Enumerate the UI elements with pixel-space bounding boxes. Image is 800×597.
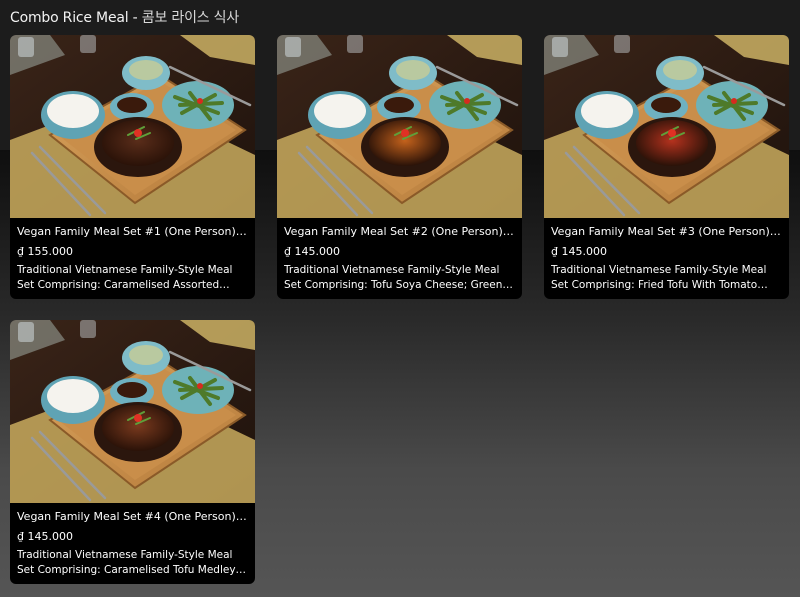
product-name: Vegan Family Meal Set #4 (One Person) - … — [17, 510, 248, 523]
meal-photo[interactable] — [10, 35, 255, 218]
meal-photo[interactable] — [277, 35, 522, 218]
product-name: Vegan Family Meal Set #3 (One Person) - … — [551, 225, 782, 238]
meal-photo[interactable] — [10, 320, 255, 503]
meal-photo-art — [10, 35, 255, 218]
product-card-2[interactable]: Vegan Family Meal Set #2 (One Person) - … — [277, 35, 522, 299]
meal-photo[interactable] — [544, 35, 789, 218]
product-card-4[interactable]: Vegan Family Meal Set #4 (One Person) - … — [10, 320, 255, 584]
product-price: ₫ 145.000 — [284, 245, 340, 258]
product-name: Vegan Family Meal Set #2 (One Person) - … — [284, 225, 515, 238]
product-description: Traditional Vietnamese Family-Style Meal… — [17, 264, 233, 291]
meal-photo-art — [277, 35, 522, 218]
product-name: Vegan Family Meal Set #1 (One Person) - … — [17, 225, 248, 238]
section-title-korean: 콤보 라이스 식사 — [141, 10, 240, 26]
product-card-3[interactable]: Vegan Family Meal Set #3 (One Person) - … — [544, 35, 789, 299]
section-title-text: Combo Rice Meal — [10, 10, 129, 26]
section-title: Combo Rice Meal - 콤보 라이스 식사 — [10, 7, 239, 27]
product-card-1[interactable]: Vegan Family Meal Set #1 (One Person) - … — [10, 35, 255, 299]
product-price: ₫ 155.000 — [17, 245, 73, 258]
meal-photo-art — [544, 35, 789, 218]
product-description: Traditional Vietnamese Family-Style Meal… — [17, 549, 236, 576]
product-description: Traditional Vietnamese Family-Style Meal… — [284, 264, 503, 291]
meal-photo-art — [10, 320, 255, 503]
product-price: ₫ 145.000 — [551, 245, 607, 258]
product-description: Traditional Vietnamese Family-Style Meal… — [551, 264, 767, 291]
product-price: ₫ 145.000 — [17, 530, 73, 543]
section-title-separator: - — [128, 10, 142, 26]
